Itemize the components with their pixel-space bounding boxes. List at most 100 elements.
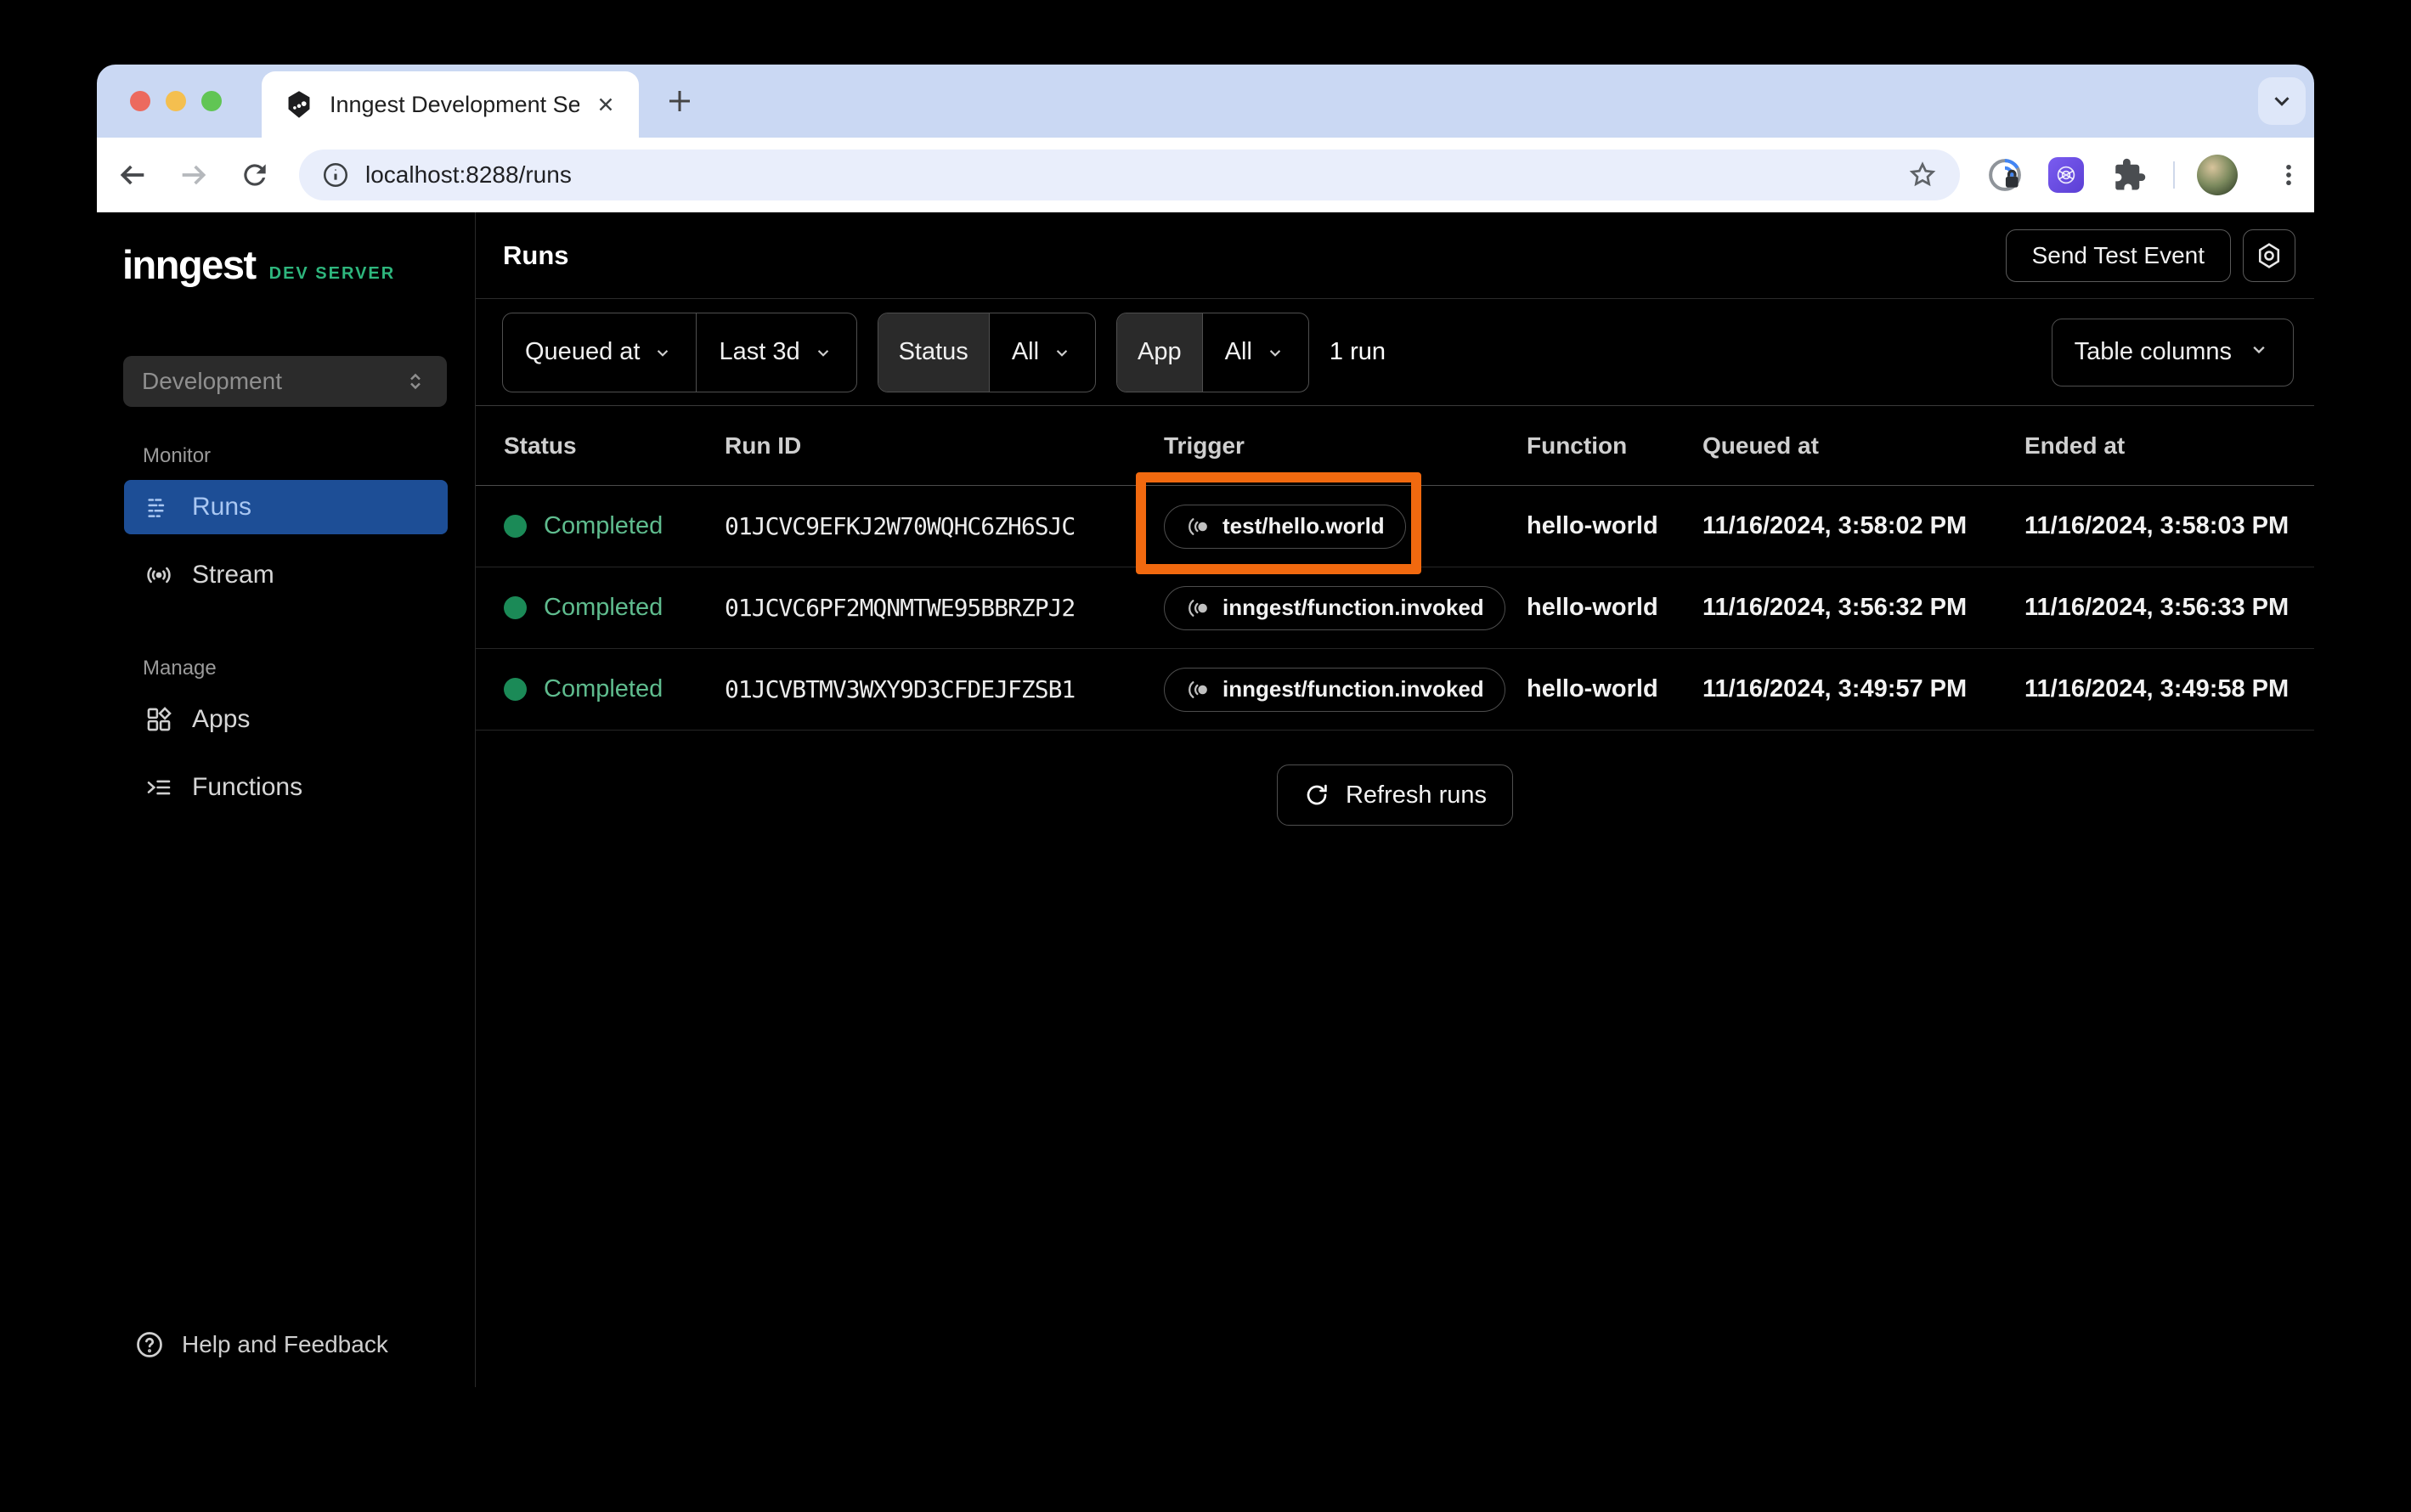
window-controls [130,91,222,111]
table-row[interactable]: Completed 01JCVBTMV3WXY9D3CFDEJFZSB1 inn… [476,649,2314,731]
time-filter-group: Queued at Last 3d [502,312,857,392]
select-updown-icon [410,373,421,390]
sidebar-item-label: Functions [192,773,303,801]
column-header-status: Status [504,432,577,459]
chevron-down-icon [1051,341,1073,364]
address-bar[interactable]: localhost:8288/runs [299,150,1960,200]
event-signal-icon [1185,595,1211,621]
status-dot-icon [504,678,527,701]
browser-tab[interactable]: Inngest Development Server [262,71,639,138]
column-header-run-id: Run ID [725,432,802,459]
forward-icon[interactable] [175,156,212,194]
section-label-monitor: Monitor [143,444,212,467]
close-window-button[interactable] [130,91,150,111]
chevron-down-icon [812,341,834,364]
browser-menu-icon[interactable] [2268,155,2309,195]
new-tab-button[interactable] [656,77,703,125]
inngest-logo: inngest [122,242,257,287]
toolbar-divider [2173,161,2175,189]
trigger-name: inngest/function.invoked [1222,676,1484,702]
maximize-window-button[interactable] [201,91,222,111]
app-filter-value[interactable]: All [1203,313,1308,392]
functions-icon [144,773,173,802]
table-row[interactable]: Completed 01JCVC9EFKJ2W70WQHC6ZH6SJC tes… [476,486,2314,567]
filter-bar: Queued at Last 3d Status All App All 1 r… [476,299,2314,406]
main-content: Runs Send Test Event Queued at Last 3d S… [476,212,2314,1387]
tab-close-icon[interactable] [595,93,617,116]
sidebar-nav: Monitor Runs Stream Manage Apps Function… [97,444,475,815]
status-text: Completed [544,512,663,539]
run-id-cell: 01JCVBTMV3WXY9D3CFDEJFZSB1 [725,675,1076,703]
chevron-down-icon [1264,341,1286,364]
browser-toolbar: localhost:8288/runs [97,138,2314,212]
app-value: All [1224,338,1252,365]
table-header: Status Run ID Trigger Function Queued at… [476,406,2314,486]
sidebar-item-stream[interactable]: Stream [124,548,448,602]
app-filter-group: App All [1116,312,1309,392]
chevron-down-icon [2247,337,2271,368]
sidebar-item-runs[interactable]: Runs [124,480,448,534]
sidebar-item-label: Apps [192,705,251,733]
send-test-event-button[interactable]: Send Test Event [2005,228,2231,282]
stream-icon [144,561,173,590]
brand: inngest DEV SERVER [122,241,475,288]
status-value: All [1011,338,1040,365]
time-range-filter[interactable]: Last 3d [697,313,855,392]
minimize-window-button[interactable] [166,91,186,111]
queued-at-cell: 11/16/2024, 3:56:32 PM [1702,594,1968,621]
desktop: Inngest Development Server [0,0,2411,1512]
column-header-ended-at: Ended at [2024,432,2126,459]
tab-title: Inngest Development Server [330,91,579,117]
trigger-pill[interactable]: test/hello.world [1164,504,1406,549]
time-field-filter[interactable]: Queued at [503,313,696,392]
status-cell: Completed [504,512,725,540]
environment-select[interactable]: Development [123,356,447,407]
inngest-app: inngest DEV SERVER Development Monitor R… [97,212,2314,1387]
dev-server-badge: DEV SERVER [268,264,396,283]
trigger-pill[interactable]: inngest/function.invoked [1164,667,1505,712]
status-filter-value[interactable]: All [990,313,1095,392]
purple-extension-icon[interactable] [2046,155,2086,195]
refresh-runs-button[interactable]: Refresh runs [1276,764,1513,826]
status-filter-group: Status All [877,312,1097,392]
column-header-queued-at: Queued at [1702,432,1819,459]
sidebar-item-apps[interactable]: Apps [124,692,448,747]
table-columns-button[interactable]: Table columns [2051,318,2294,386]
app-filter-label: App [1117,313,1202,392]
password-manager-extension-icon[interactable] [1985,155,2025,195]
extensions-puzzle-icon[interactable] [2109,155,2149,195]
settings-button[interactable] [2243,228,2295,282]
help-and-feedback[interactable]: Help and Feedback [134,1329,388,1360]
trigger-name: test/hello.world [1222,513,1385,539]
reload-icon[interactable] [236,156,274,194]
sidebar-item-label: Stream [192,561,274,589]
url-text: localhost:8288/runs [365,161,572,188]
inngest-favicon-icon [284,89,314,120]
profile-avatar[interactable] [2197,155,2238,195]
column-header-trigger: Trigger [1164,432,1245,459]
refresh-runs-label: Refresh runs [1345,781,1487,809]
bookmark-star-icon[interactable] [1907,160,1938,190]
browser-window: Inngest Development Server [97,65,2314,1387]
trigger-pill[interactable]: inngest/function.invoked [1164,585,1505,630]
help-icon [137,1332,162,1357]
column-header-function: Function [1527,432,1628,459]
sidebar-item-functions[interactable]: Functions [124,760,448,815]
run-id-cell: 01JCVC9EFKJ2W70WQHC6ZH6SJC [725,512,1076,540]
sidebar: inngest DEV SERVER Development Monitor R… [97,212,476,1387]
function-cell: hello-world [1527,675,1658,702]
site-info-icon[interactable] [321,161,350,189]
time-field-label: Queued at [525,338,641,365]
tab-search-chevron-button[interactable] [2258,77,2306,125]
event-signal-icon [1185,514,1211,539]
status-cell: Completed [504,594,725,622]
time-range-value: Last 3d [719,338,800,365]
ended-at-cell: 11/16/2024, 3:58:03 PM [2024,512,2290,539]
back-icon[interactable] [114,156,151,194]
table-row[interactable]: Completed 01JCVC6PF2MQNMTWE95BBRZPJ2 inn… [476,567,2314,649]
tab-strip: Inngest Development Server [97,65,2314,138]
gear-icon [2258,242,2280,268]
environment-select-value: Development [142,368,282,394]
runs-icon [144,493,173,522]
page-title: Runs [503,240,569,270]
